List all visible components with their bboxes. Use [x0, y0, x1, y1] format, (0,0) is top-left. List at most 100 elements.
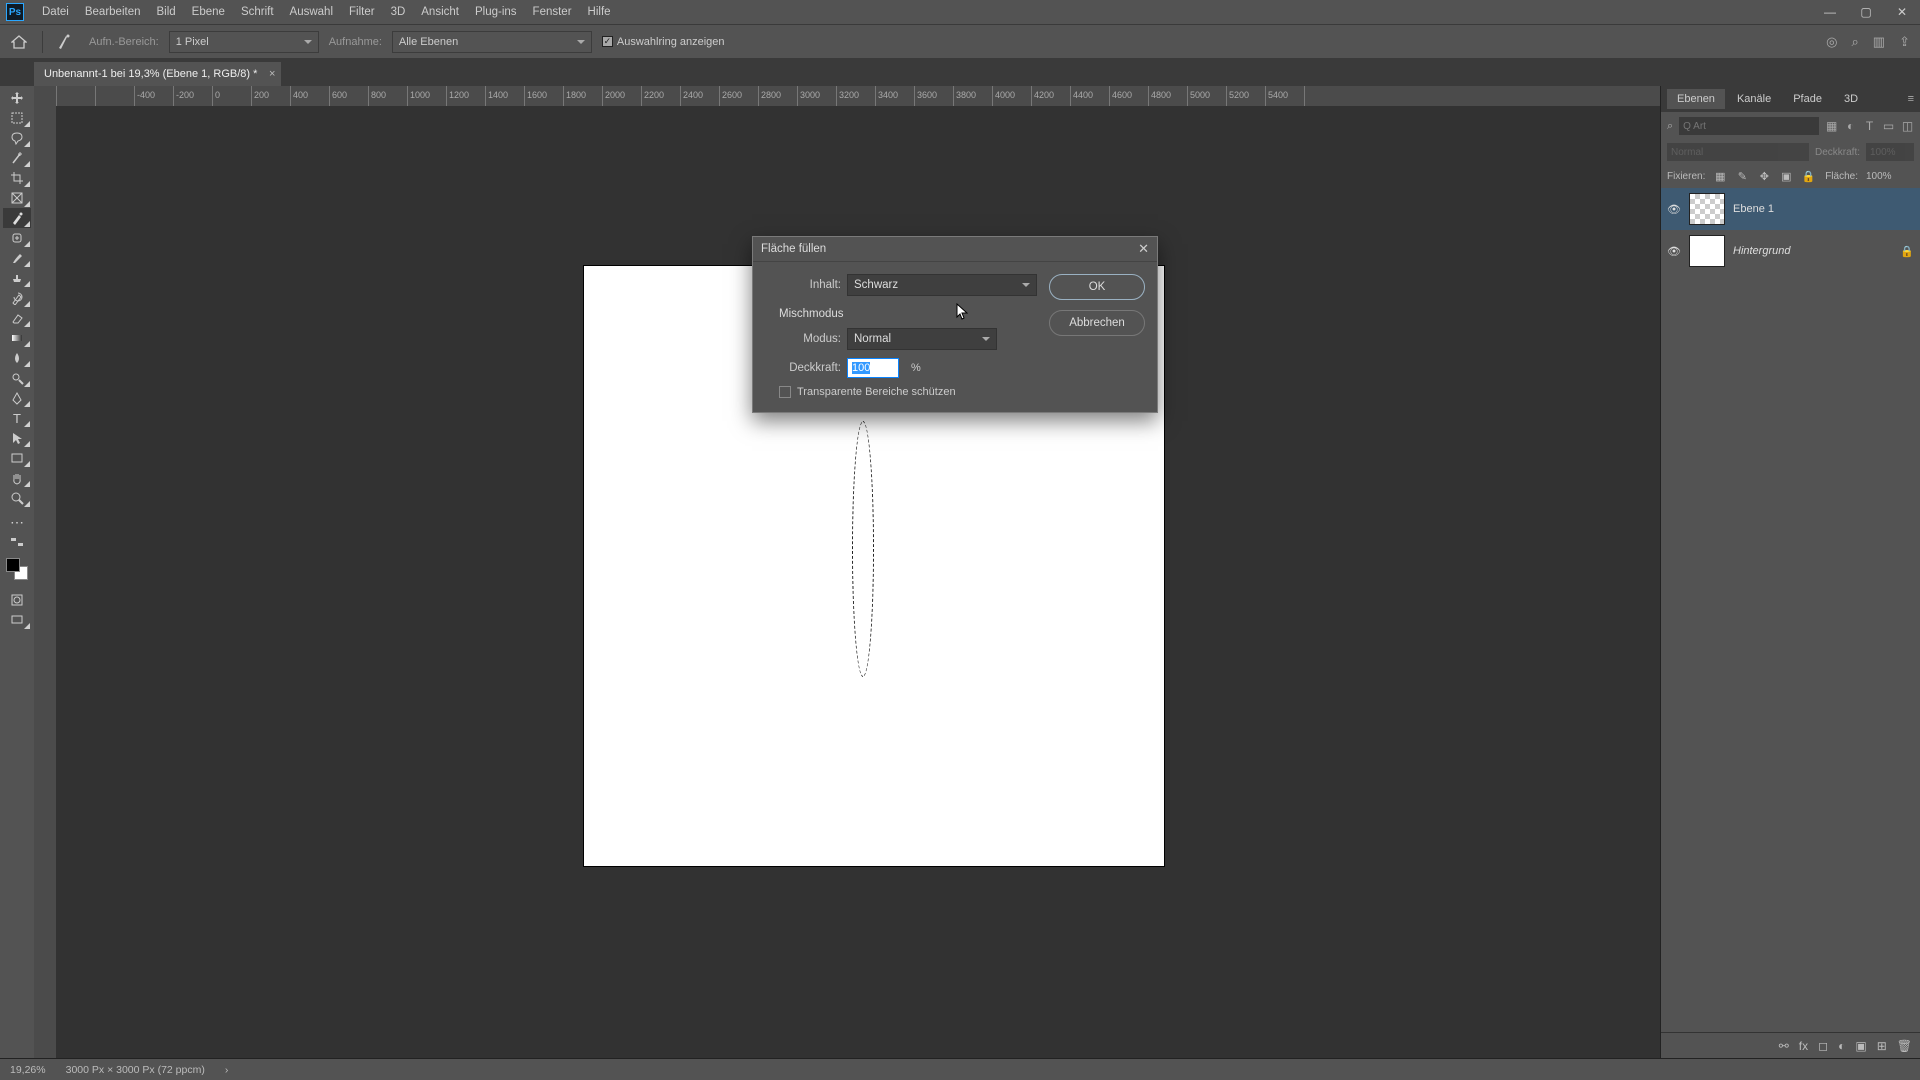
- menu-bild[interactable]: Bild: [148, 6, 183, 18]
- ruler-horizontal[interactable]: -400-20002004006008001000120014001600180…: [56, 86, 1660, 106]
- tool-move[interactable]: [3, 88, 31, 108]
- link-layers-icon[interactable]: ⚯: [1779, 1039, 1789, 1053]
- tool-edit-toolbar[interactable]: [3, 532, 31, 552]
- lock-icon[interactable]: 🔒: [1900, 245, 1914, 258]
- current-tool-icon[interactable]: [53, 32, 79, 52]
- tool-more[interactable]: ⋯: [3, 512, 31, 532]
- tool-dodge[interactable]: [3, 368, 31, 388]
- dialog-titlebar[interactable]: Fläche füllen ✕: [753, 237, 1157, 262]
- share-icon[interactable]: ⇪: [1899, 34, 1910, 50]
- doc-size[interactable]: 3000 Px × 3000 Px (72 ppcm): [66, 1064, 205, 1076]
- canvas-area[interactable]: -400-20002004006008001000120014001600180…: [34, 86, 1660, 1058]
- menu-bearbeiten[interactable]: Bearbeiten: [77, 6, 149, 18]
- tool-zoom[interactable]: [3, 488, 31, 508]
- menu-auswahl[interactable]: Auswahl: [282, 6, 341, 18]
- tool-healing[interactable]: [3, 228, 31, 248]
- close-icon[interactable]: ✕: [1138, 241, 1149, 257]
- tab-pfade[interactable]: Pfade: [1783, 89, 1832, 109]
- filter-type-icon[interactable]: T: [1863, 118, 1876, 134]
- layer-row[interactable]: 👁 Ebene 1: [1661, 188, 1920, 230]
- aufnahme-select[interactable]: Alle Ebenen: [392, 31, 592, 53]
- cancel-button[interactable]: Abbrechen: [1049, 310, 1145, 336]
- inhalt-select[interactable]: Schwarz: [847, 274, 1037, 296]
- menu-fenster[interactable]: Fenster: [525, 6, 580, 18]
- tool-gradient[interactable]: [3, 328, 31, 348]
- tool-type[interactable]: T: [3, 408, 31, 428]
- menu-datei[interactable]: Datei: [34, 6, 77, 18]
- tool-eraser[interactable]: [3, 308, 31, 328]
- home-icon[interactable]: [6, 32, 32, 52]
- lock-pixels-icon[interactable]: ▦: [1713, 169, 1727, 183]
- lock-position-icon[interactable]: ✥: [1757, 169, 1771, 183]
- workspace-icon[interactable]: ▥: [1873, 34, 1885, 50]
- transparent-protect-checkbox[interactable]: Transparente Bereiche schützen: [767, 386, 1037, 398]
- adjustment-layer-icon[interactable]: ◐: [1838, 1039, 1845, 1053]
- menu-ansicht[interactable]: Ansicht: [413, 6, 467, 18]
- lock-all-icon[interactable]: 🔒: [1801, 169, 1815, 183]
- filter-adjust-icon[interactable]: ◐: [1844, 118, 1857, 134]
- ok-button[interactable]: OK: [1049, 274, 1145, 300]
- tool-magic-wand[interactable]: [3, 148, 31, 168]
- filter-shape-icon[interactable]: ▭: [1882, 118, 1895, 134]
- tool-brush[interactable]: [3, 248, 31, 268]
- color-swatches[interactable]: [6, 558, 28, 580]
- tool-history-brush[interactable]: [3, 288, 31, 308]
- window-maximize[interactable]: ▢: [1848, 5, 1884, 19]
- window-minimize[interactable]: —: [1812, 5, 1848, 19]
- tool-pen[interactable]: [3, 388, 31, 408]
- quick-mask-icon[interactable]: [3, 590, 31, 610]
- tool-crop[interactable]: [3, 168, 31, 188]
- delete-layer-icon[interactable]: 🗑: [1897, 1039, 1912, 1053]
- menu-filter[interactable]: Filter: [341, 6, 383, 18]
- tab-ebenen[interactable]: Ebenen: [1667, 89, 1725, 109]
- layer-thumbnail[interactable]: [1689, 193, 1725, 225]
- tool-clone-stamp[interactable]: [3, 268, 31, 288]
- document-tab[interactable]: Unbenannt-1 bei 19,3% (Ebene 1, RGB/8) *…: [34, 62, 281, 86]
- deckkraft-input[interactable]: 100: [847, 358, 899, 378]
- group-icon[interactable]: ▣: [1855, 1039, 1866, 1053]
- tool-lasso[interactable]: [3, 128, 31, 148]
- layer-name[interactable]: Hintergrund: [1733, 245, 1790, 257]
- tool-path-select[interactable]: [3, 428, 31, 448]
- tab-kanaele[interactable]: Kanäle: [1727, 89, 1781, 109]
- search-icon[interactable]: ⌕: [1852, 34, 1859, 50]
- cloud-icon[interactable]: ◎: [1826, 34, 1837, 50]
- lock-paint-icon[interactable]: ✎: [1735, 169, 1749, 183]
- zoom-level[interactable]: 19,26%: [10, 1064, 46, 1076]
- layer-filter-input[interactable]: [1679, 117, 1819, 135]
- status-more-icon[interactable]: ›: [225, 1064, 229, 1076]
- auswahlring-checkbox[interactable]: ✓ Auswahlring anzeigen: [602, 36, 725, 48]
- tool-eyedropper[interactable]: [3, 208, 31, 228]
- modus-select[interactable]: Normal: [847, 328, 997, 350]
- blend-mode-select[interactable]: Normal: [1667, 143, 1809, 161]
- panel-menu-icon[interactable]: ≡: [1908, 93, 1920, 105]
- layer-style-icon[interactable]: fx: [1799, 1039, 1808, 1053]
- menu-3d[interactable]: 3D: [383, 6, 414, 18]
- tool-blur[interactable]: [3, 348, 31, 368]
- layer-thumbnail[interactable]: [1689, 235, 1725, 267]
- menu-schrift[interactable]: Schrift: [233, 6, 282, 18]
- fill-value[interactable]: 100%: [1866, 171, 1914, 182]
- menu-ebene[interactable]: Ebene: [184, 6, 233, 18]
- close-icon[interactable]: ×: [269, 68, 275, 80]
- opacity-value[interactable]: 100%: [1866, 143, 1914, 161]
- layer-mask-icon[interactable]: ◻: [1818, 1039, 1828, 1053]
- lock-artboard-icon[interactable]: ▣: [1779, 169, 1793, 183]
- tool-rectangle[interactable]: [3, 448, 31, 468]
- visibility-icon[interactable]: 👁: [1667, 202, 1681, 216]
- menu-plugins[interactable]: Plug-ins: [467, 6, 525, 18]
- tool-frame[interactable]: [3, 188, 31, 208]
- filter-pixel-icon[interactable]: ▦: [1825, 118, 1838, 134]
- window-close[interactable]: ✕: [1884, 5, 1920, 19]
- filter-smart-icon[interactable]: ◫: [1901, 118, 1914, 134]
- new-layer-icon[interactable]: ⊞: [1877, 1039, 1887, 1053]
- menu-hilfe[interactable]: Hilfe: [580, 6, 619, 18]
- layer-row[interactable]: 👁 Hintergrund 🔒: [1661, 230, 1920, 272]
- layer-name[interactable]: Ebene 1: [1733, 203, 1774, 215]
- ruler-vertical[interactable]: [34, 86, 56, 1058]
- tool-marquee[interactable]: [3, 108, 31, 128]
- screen-mode-icon[interactable]: [3, 610, 31, 630]
- tab-3d[interactable]: 3D: [1834, 89, 1868, 109]
- visibility-icon[interactable]: 👁: [1667, 244, 1681, 258]
- aufn-bereich-select[interactable]: 1 Pixel: [169, 31, 319, 53]
